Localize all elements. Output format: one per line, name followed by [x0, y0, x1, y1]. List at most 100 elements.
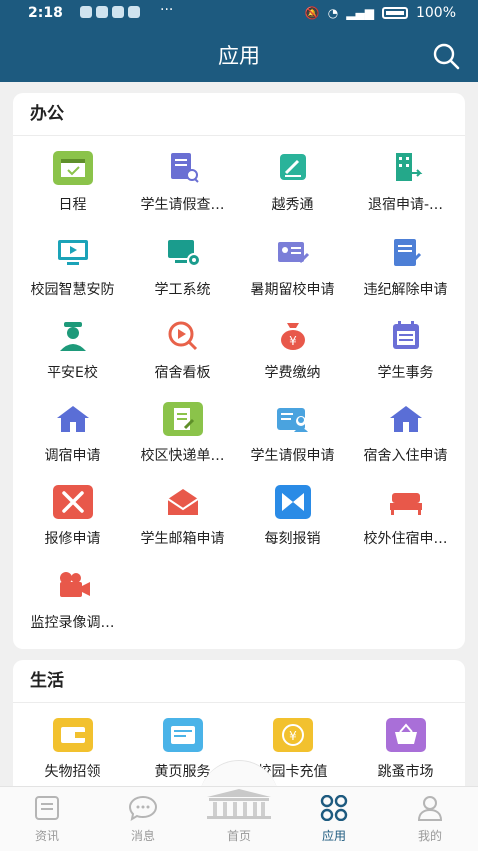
- play-search-icon: [168, 321, 197, 351]
- app-label: 退宿申请-…: [367, 197, 444, 213]
- tab-profile[interactable]: 我的: [390, 795, 470, 844]
- office-section: 办公 日程 学生请假查… 越秀通 退宿申请-… 校园智慧安防 学工系统 暑期留校…: [13, 93, 465, 649]
- tab-apps[interactable]: 应用: [294, 794, 374, 844]
- app-dorm-checkin[interactable]: 宿舍入住申请: [349, 402, 462, 465]
- app-label: 失物招领: [44, 764, 101, 780]
- app-flea-market[interactable]: 跳蚤市场: [349, 718, 462, 781]
- wifi-icon: ◔: [327, 6, 339, 20]
- monitor-play-icon: [57, 240, 88, 265]
- user-icon: [417, 796, 443, 821]
- chat-bubble-icon: [128, 795, 158, 822]
- svg-text:¥: ¥: [289, 729, 297, 743]
- app-dorm-board[interactable]: 宿舍看板: [126, 319, 239, 382]
- app-label: 学生邮箱申请: [140, 531, 225, 547]
- app-leave-query[interactable]: 学生请假查…: [126, 151, 239, 214]
- app-student-matters[interactable]: 学生事务: [349, 319, 462, 382]
- building-exit-icon: [395, 153, 422, 181]
- app-label: 调宿申请: [44, 448, 101, 464]
- house-icon: [389, 406, 422, 432]
- tab-home[interactable]: 首页: [199, 787, 279, 844]
- status-time: 2:18: [28, 5, 63, 21]
- app-label: 学生请假申请: [250, 448, 335, 464]
- search-icon[interactable]: [432, 42, 460, 70]
- signal-icon: ▂▄▆: [346, 6, 374, 20]
- tab-label: 消息: [130, 829, 155, 843]
- app-label: 学工系统: [154, 282, 211, 298]
- battery-level: 100%: [415, 5, 456, 21]
- app-label: 学生事务: [377, 365, 434, 381]
- app-campus-express[interactable]: 校区快递单…: [126, 402, 239, 465]
- app-label: 校园智慧安防: [30, 282, 115, 298]
- app-student-affairs-system[interactable]: 学工系统: [126, 236, 239, 299]
- wallet-icon: [52, 718, 93, 752]
- more-notifications: ···: [160, 2, 174, 18]
- app-label: 宿舍看板: [154, 365, 211, 381]
- mail-icon: [166, 489, 199, 515]
- app-discipline-removal[interactable]: 违纪解除申请: [349, 236, 462, 299]
- app-repair-request[interactable]: 报修申请: [16, 485, 129, 548]
- section-title-office: 办公: [13, 93, 465, 136]
- app-dorm-transfer[interactable]: 调宿申请: [16, 402, 129, 465]
- app-checkout-request[interactable]: 退宿申请-…: [349, 151, 462, 214]
- tab-news[interactable]: 资讯: [7, 795, 87, 844]
- bottom-tab-bar: 资讯 消息 首页 应用 我的: [0, 786, 478, 851]
- app-label: 暑期留校申请: [250, 282, 335, 298]
- tab-label: 资讯: [34, 829, 59, 843]
- app-label: 学生请假查…: [140, 197, 225, 213]
- app-label: 报修申请: [44, 531, 101, 547]
- app-label: 每刻报销: [264, 531, 321, 547]
- tab-label: 我的: [417, 829, 442, 843]
- battery-icon: [381, 7, 408, 19]
- calendar-icon: [52, 151, 93, 185]
- app-offcampus-housing[interactable]: 校外住宿申…: [349, 485, 462, 548]
- tab-label: 应用: [321, 829, 346, 843]
- police-officer-icon: [59, 322, 86, 351]
- user-card-icon: [276, 408, 308, 432]
- section-title-life: 生活: [13, 660, 465, 703]
- campus-building-icon: [207, 789, 271, 819]
- card-list-icon: [162, 718, 203, 752]
- app-summer-stay[interactable]: 暑期留校申请: [236, 236, 349, 299]
- app-label: 跳蚤市场: [377, 764, 434, 780]
- mute-icon: 🔕: [304, 6, 320, 20]
- edit-note-icon: [279, 154, 306, 180]
- apps-grid-icon: [320, 794, 348, 822]
- app-campus-security[interactable]: 校园智慧安防: [16, 236, 129, 299]
- app-leave-request[interactable]: 学生请假申请: [236, 402, 349, 465]
- computer-gear-icon: [167, 240, 201, 267]
- tab-label: 首页: [226, 829, 251, 843]
- app-yuexiutong[interactable]: 越秀通: [236, 151, 349, 214]
- notification-icons: [80, 6, 140, 18]
- status-bar: 2:18 ··· 🔕 ◔ ▂▄▆ 100%: [0, 0, 478, 28]
- basket-icon: [385, 718, 426, 752]
- app-label: 越秀通: [271, 197, 314, 213]
- app-cctv-footage[interactable]: 监控录像调…: [16, 569, 129, 632]
- app-label: 违纪解除申请: [363, 282, 448, 298]
- app-maycur-reimbursement[interactable]: 每刻报销: [236, 485, 349, 548]
- app-student-email[interactable]: 学生邮箱申请: [126, 485, 239, 548]
- bed-icon: [389, 493, 422, 515]
- tools-icon: [52, 485, 93, 519]
- maycur-logo-icon: [274, 485, 311, 519]
- tab-messages[interactable]: 消息: [103, 795, 183, 844]
- calendar-list-icon: [392, 321, 419, 349]
- app-schedule[interactable]: 日程: [16, 151, 129, 214]
- svg-text:¥: ¥: [289, 334, 297, 348]
- edit-form-icon: [162, 402, 203, 436]
- app-tuition-payment[interactable]: ¥ 学费缴纳: [236, 319, 349, 382]
- app-header: 应用: [0, 28, 478, 82]
- app-label: 日程: [58, 197, 87, 213]
- coin-icon: ¥: [272, 718, 313, 752]
- document-edit-icon: [393, 239, 421, 266]
- page-title: 应用: [218, 44, 260, 68]
- app-label: 学费缴纳: [264, 365, 321, 381]
- app-lost-found[interactable]: 失物招领: [16, 718, 129, 781]
- money-bag-icon: ¥: [280, 323, 305, 350]
- app-label: 宿舍入住申请: [363, 448, 448, 464]
- app-label: 监控录像调…: [30, 615, 115, 631]
- house-icon: [56, 406, 89, 432]
- app-safe-campus[interactable]: 平安E校: [16, 319, 129, 382]
- app-label: 校外住宿申…: [363, 531, 448, 547]
- app-label: 校区快递单…: [140, 448, 225, 464]
- news-icon: [35, 796, 59, 820]
